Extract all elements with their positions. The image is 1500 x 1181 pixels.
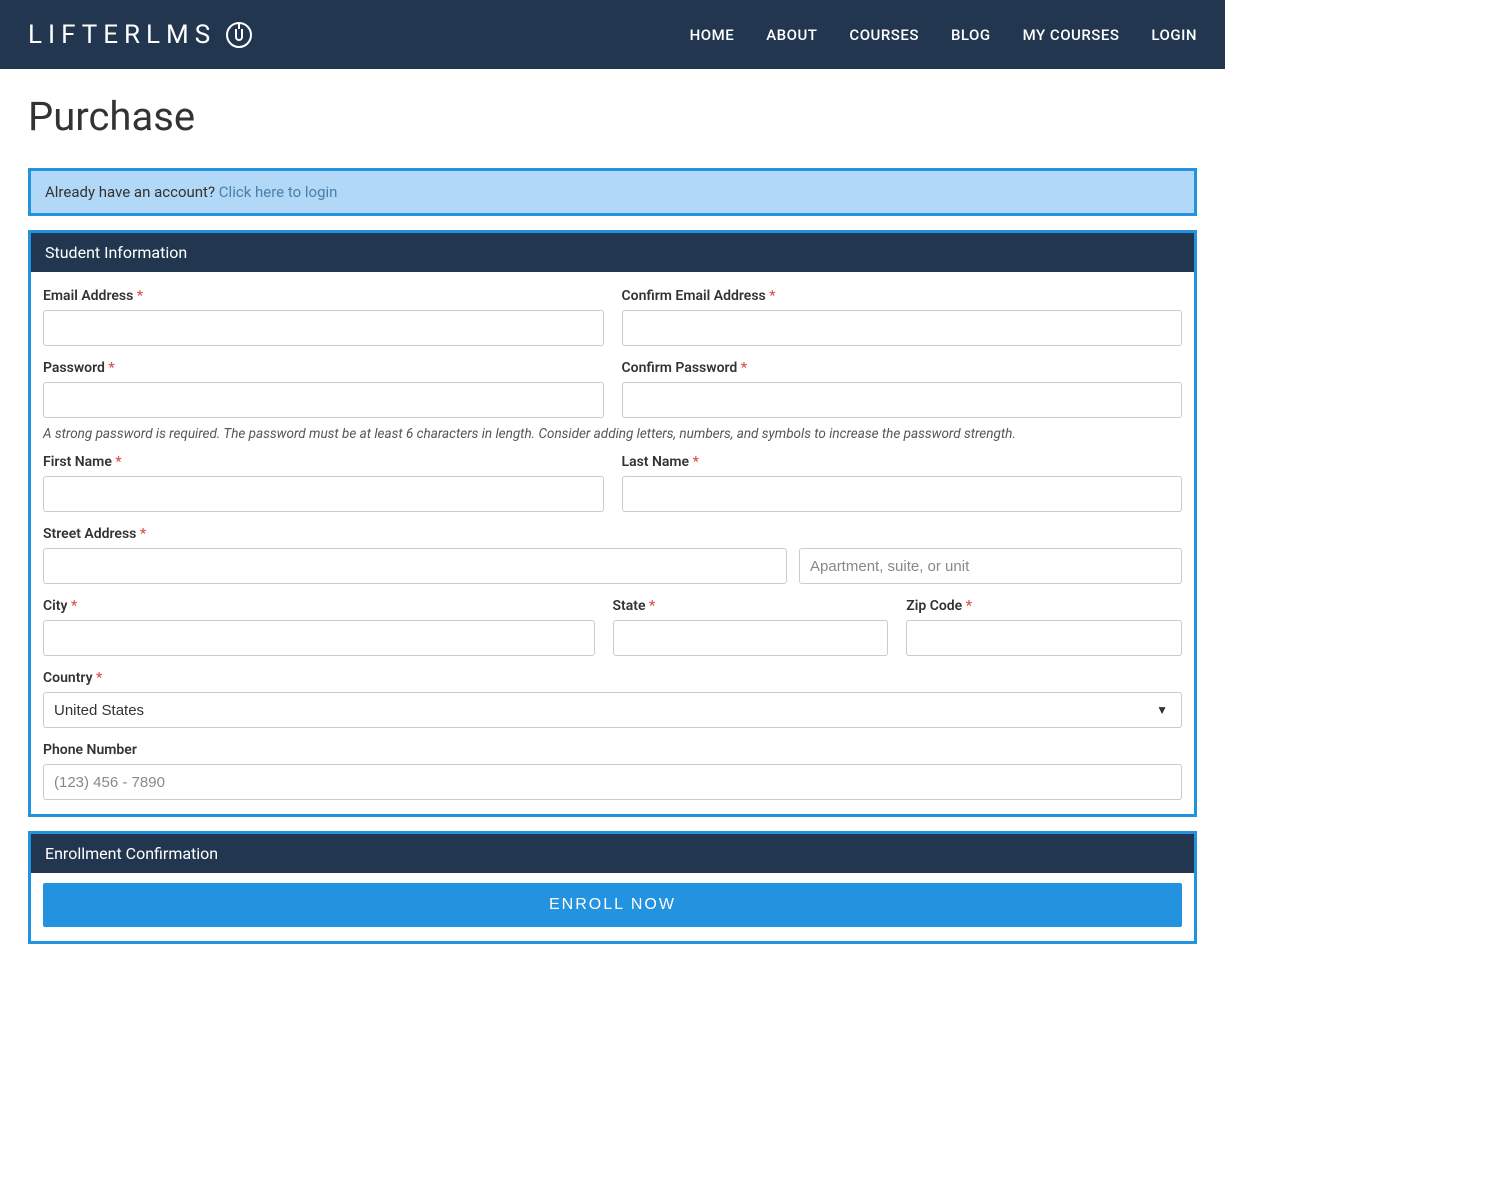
nav-courses[interactable]: COURSES bbox=[849, 26, 919, 44]
login-link[interactable]: Click here to login bbox=[219, 183, 338, 201]
city-input[interactable] bbox=[43, 620, 595, 656]
enroll-button[interactable]: ENROLL NOW bbox=[43, 883, 1182, 927]
confirm-password-group: Confirm Password * bbox=[622, 354, 1183, 418]
logo-icon bbox=[226, 22, 252, 48]
street-input[interactable] bbox=[43, 548, 787, 584]
student-info-panel: Student Information Email Address * Conf… bbox=[28, 230, 1197, 817]
last-name-input[interactable] bbox=[622, 476, 1183, 512]
street-group: Street Address * bbox=[43, 520, 1182, 584]
page-title: Purchase bbox=[28, 93, 1197, 140]
zip-input[interactable] bbox=[906, 620, 1182, 656]
student-info-header: Student Information bbox=[31, 233, 1194, 272]
nav-home[interactable]: HOME bbox=[690, 26, 735, 44]
email-label: Email Address * bbox=[43, 288, 604, 304]
country-group: Country * United States ▼ bbox=[43, 664, 1182, 728]
phone-group: Phone Number bbox=[43, 736, 1182, 800]
phone-label: Phone Number bbox=[43, 742, 1182, 758]
state-input[interactable] bbox=[613, 620, 889, 656]
city-group: City * bbox=[43, 592, 595, 656]
first-name-label: First Name * bbox=[43, 454, 604, 470]
nav-blog[interactable]: BLOG bbox=[951, 26, 991, 44]
confirm-email-label: Confirm Email Address * bbox=[622, 288, 1183, 304]
last-name-label: Last Name * bbox=[622, 454, 1183, 470]
zip-group: Zip Code * bbox=[906, 592, 1182, 656]
city-label: City * bbox=[43, 598, 595, 614]
apt-input[interactable] bbox=[799, 548, 1182, 584]
site-header: LIFTERLMS HOME ABOUT COURSES BLOG MY COU… bbox=[0, 0, 1225, 69]
country-label: Country * bbox=[43, 670, 1182, 686]
zip-label: Zip Code * bbox=[906, 598, 1182, 614]
nav-login[interactable]: LOGIN bbox=[1151, 26, 1197, 44]
enrollment-panel: Enrollment Confirmation ENROLL NOW bbox=[28, 831, 1197, 944]
notice-text: Already have an account? bbox=[45, 183, 219, 201]
password-group: Password * bbox=[43, 354, 604, 418]
email-group: Email Address * bbox=[43, 282, 604, 346]
state-label: State * bbox=[613, 598, 889, 614]
first-name-group: First Name * bbox=[43, 448, 604, 512]
last-name-group: Last Name * bbox=[622, 448, 1183, 512]
primary-nav: HOME ABOUT COURSES BLOG MY COURSES LOGIN bbox=[690, 26, 1197, 44]
password-label: Password * bbox=[43, 360, 604, 376]
logo-text: LIFTERLMS bbox=[28, 20, 216, 50]
password-hint: A strong password is required. The passw… bbox=[43, 426, 1182, 442]
login-notice: Already have an account? Click here to l… bbox=[28, 168, 1197, 216]
street-label: Street Address * bbox=[43, 526, 1182, 542]
site-logo: LIFTERLMS bbox=[28, 20, 252, 50]
first-name-input[interactable] bbox=[43, 476, 604, 512]
confirm-password-label: Confirm Password * bbox=[622, 360, 1183, 376]
confirm-email-input[interactable] bbox=[622, 310, 1183, 346]
nav-about[interactable]: ABOUT bbox=[766, 26, 817, 44]
phone-input[interactable] bbox=[43, 764, 1182, 800]
country-select[interactable]: United States bbox=[43, 692, 1182, 728]
enrollment-header: Enrollment Confirmation bbox=[31, 834, 1194, 873]
state-group: State * bbox=[613, 592, 889, 656]
password-input[interactable] bbox=[43, 382, 604, 418]
confirm-email-group: Confirm Email Address * bbox=[622, 282, 1183, 346]
nav-my-courses[interactable]: MY COURSES bbox=[1023, 26, 1120, 44]
confirm-password-input[interactable] bbox=[622, 382, 1183, 418]
email-input[interactable] bbox=[43, 310, 604, 346]
